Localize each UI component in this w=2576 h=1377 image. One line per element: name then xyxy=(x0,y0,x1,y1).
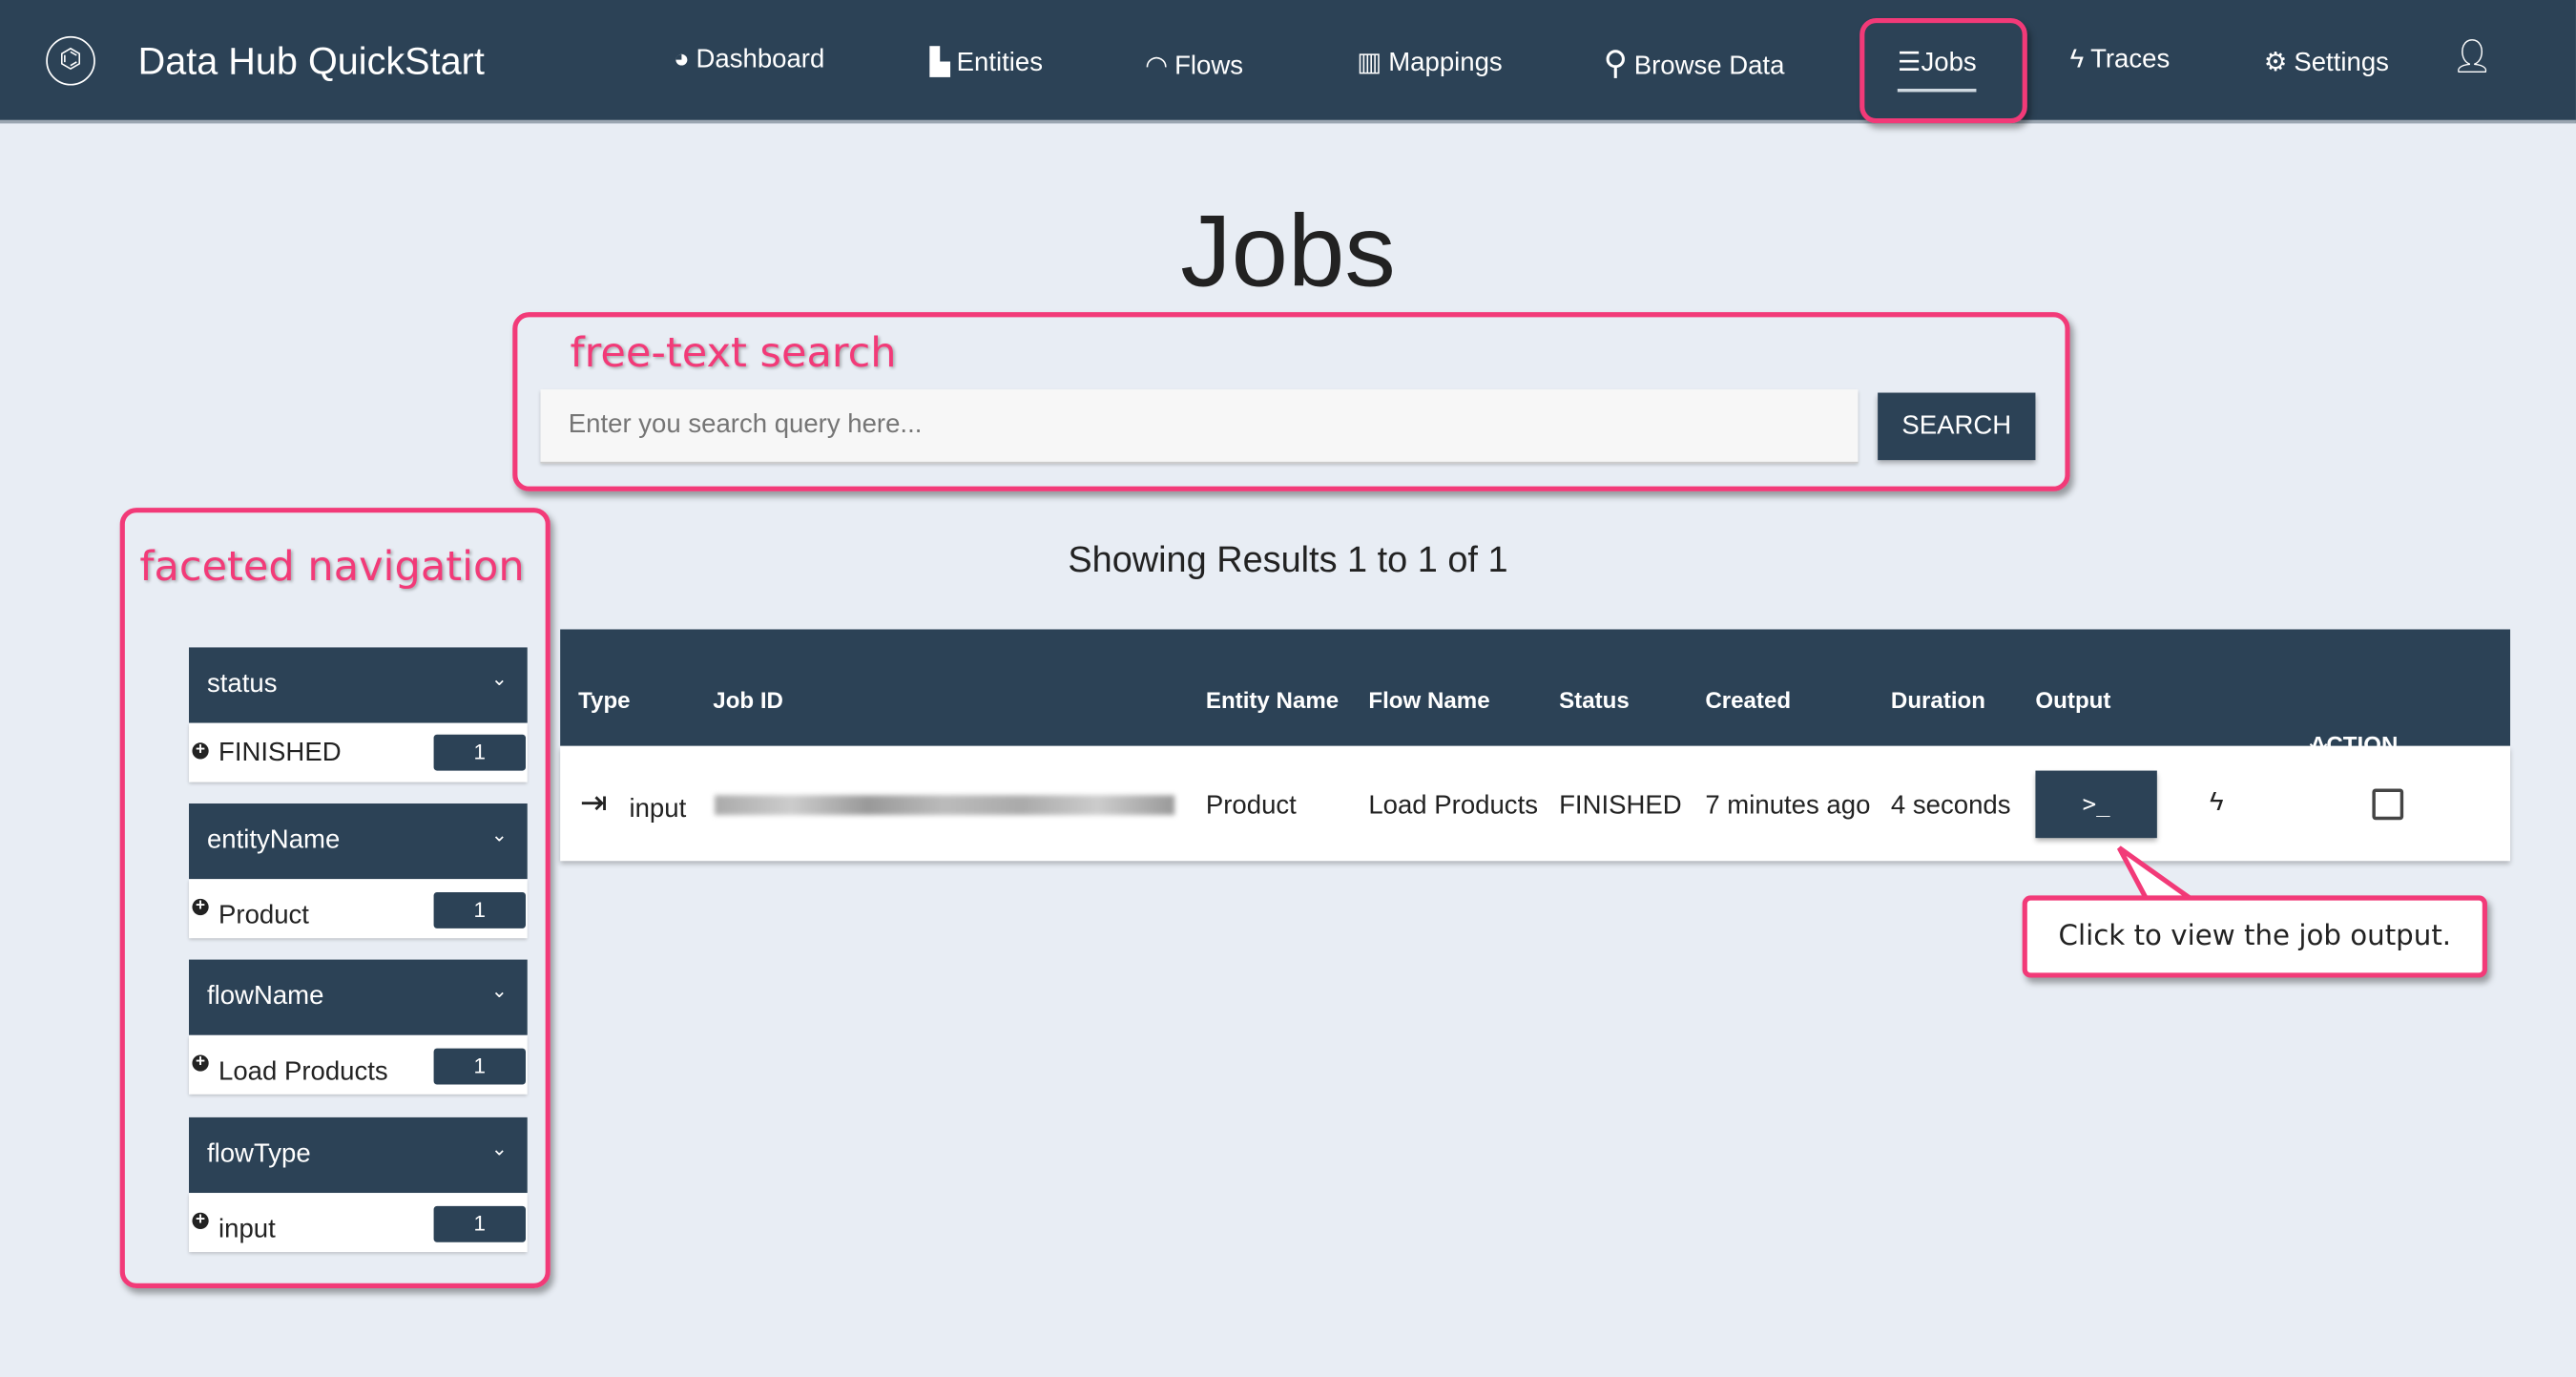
input-icon: ⇥ xyxy=(579,785,608,822)
search-input[interactable] xyxy=(540,389,1859,464)
bolt-icon[interactable]: ϟ xyxy=(2210,789,2224,819)
logo-icon[interactable]: ⌬ xyxy=(46,35,95,86)
facet-option[interactable]: + Product 1 xyxy=(189,879,528,939)
facet-header[interactable]: status ⌄ xyxy=(189,647,528,723)
nav-mappings[interactable]: ▥ Mappings xyxy=(1357,46,1502,78)
plus-icon: + xyxy=(192,1054,209,1072)
chevron-down-icon: ⌄ xyxy=(490,979,509,1003)
brand-title[interactable]: Data Hub QuickStart xyxy=(138,39,485,83)
plus-icon: + xyxy=(192,898,209,916)
facet-flowName: flowName ⌄ + Load Products 1 xyxy=(189,959,528,1095)
nav-flows[interactable]: ◠ Flows xyxy=(1145,50,1243,82)
annotation-search: free-text search xyxy=(570,328,897,377)
facet-option[interactable]: + Load Products 1 xyxy=(189,1034,528,1095)
col-type[interactable]: Type xyxy=(578,687,630,714)
page-title: Jobs xyxy=(1180,195,1396,309)
top-nav: ⌬ Data Hub QuickStart ◕ Dashboard ▙ Entiti… xyxy=(0,0,2576,124)
facet-header[interactable]: flowType ⌄ xyxy=(189,1116,528,1194)
facet-status: status ⌄ + FINISHED 1 xyxy=(189,647,528,782)
annotation-facets: faceted navigation xyxy=(139,542,525,591)
app: ⌬ Data Hub QuickStart ◕ Dashboard ▙ Entiti… xyxy=(0,0,2576,1377)
col-flow-name[interactable]: Flow Name xyxy=(1368,687,1489,714)
facet-option[interactable]: + FINISHED 1 xyxy=(189,722,528,782)
nav-settings[interactable]: ⚙ Settings xyxy=(2264,46,2389,78)
plus-icon: + xyxy=(192,741,209,760)
map-icon: ▥ xyxy=(1357,49,1382,77)
nav-traces[interactable]: ϟ Traces xyxy=(2070,46,2171,75)
dashboard-icon: ◕ xyxy=(673,46,690,74)
chevron-down-icon: ⌄ xyxy=(490,1137,509,1160)
view-output-button[interactable]: >_ xyxy=(2035,770,2157,839)
search-icon: ⚲ xyxy=(1603,46,1628,83)
user-icon[interactable]: 👤︎ xyxy=(2451,36,2493,77)
entities-icon: ▙ xyxy=(929,49,950,77)
facet-entityName: entityName ⌄ + Product 1 xyxy=(189,803,528,939)
job-id-redacted xyxy=(715,795,1175,816)
gear-icon: ⚙ xyxy=(2263,49,2288,77)
chevron-down-icon: ⌄ xyxy=(490,823,509,846)
bolt-icon: ϟ xyxy=(2069,46,2085,74)
nav-browse-data[interactable]: ⚲ Browse Data xyxy=(1604,43,1785,84)
col-duration[interactable]: Duration xyxy=(1891,687,1985,714)
table-header: Type Job ID Entity Name Flow Name Status… xyxy=(560,629,2511,758)
nav-entities[interactable]: ▙ Entities xyxy=(930,46,1043,78)
col-status[interactable]: Status xyxy=(1559,687,1630,714)
jobs-highlight xyxy=(1859,17,2027,124)
facet-header[interactable]: entityName ⌄ xyxy=(189,803,528,880)
search-button[interactable]: SEARCH xyxy=(1878,392,2036,461)
nav-dashboard[interactable]: ◕ Dashboard xyxy=(674,46,824,75)
plus-icon: + xyxy=(192,1212,209,1229)
facet-option[interactable]: + input 1 xyxy=(189,1193,528,1253)
facet-flowType: flowType ⌄ + input 1 xyxy=(189,1116,528,1253)
col-created[interactable]: Created xyxy=(1705,687,1791,714)
facet-header[interactable]: flowName ⌄ xyxy=(189,959,528,1035)
chevron-down-icon: ⌄ xyxy=(490,667,509,691)
col-output[interactable]: Output xyxy=(2035,687,2110,714)
col-job-id[interactable]: Job ID xyxy=(713,687,783,714)
callout-output: Click to view the job output. xyxy=(2022,895,2487,978)
table-row: ⇥ input Product Load Products FINISHED 7… xyxy=(560,745,2511,862)
flows-icon: ◠ xyxy=(1145,52,1169,81)
col-entity-name[interactable]: Entity Name xyxy=(1206,687,1339,714)
row-checkbox[interactable] xyxy=(2372,788,2404,821)
